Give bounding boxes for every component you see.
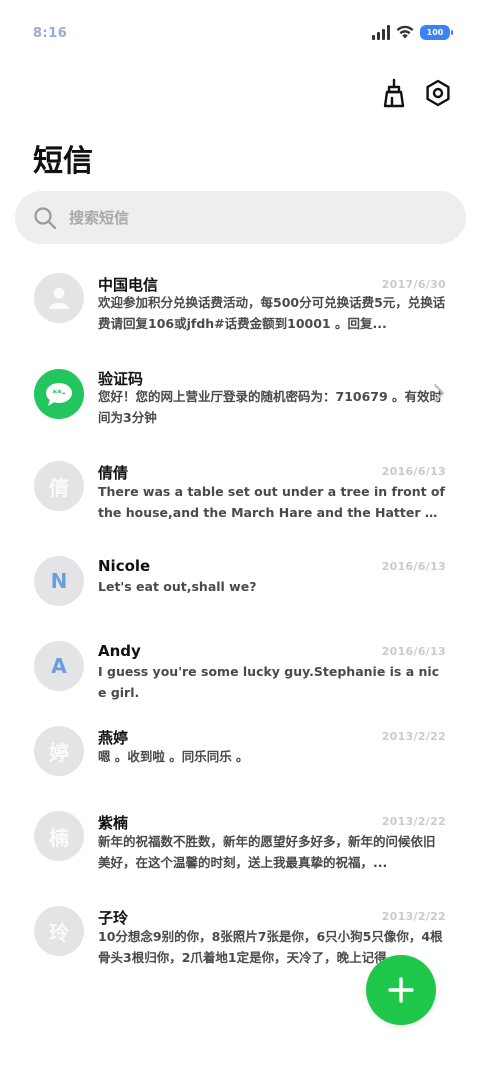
- chevron-right-icon: [434, 384, 444, 402]
- avatar: A: [34, 641, 84, 691]
- message-sender: 子玲: [98, 909, 129, 927]
- avatar: **-: [34, 369, 84, 419]
- message-item[interactable]: 婷 燕婷 2013/2/22 嗯 。收到啦 。同乐同乐 。: [0, 726, 480, 806]
- battery-level: 100: [426, 27, 444, 37]
- message-item[interactable]: N Nicole 2016/6/13 Let's eat out,shall w…: [0, 556, 480, 636]
- svg-text:**-: **-: [52, 389, 65, 399]
- message-preview: Let's eat out,shall we?: [98, 579, 257, 594]
- message-date: 2013/2/22: [381, 730, 446, 743]
- status-bar: 8:16 100: [0, 0, 480, 66]
- message-sender: 倩倩: [98, 464, 129, 482]
- avatar: [34, 273, 84, 323]
- message-item[interactable]: 楠 紫楠 2013/2/22 新年的祝福数不胜数，新年的愿望好多好多，新年的问候…: [0, 811, 480, 891]
- avatar: 玲: [34, 906, 84, 956]
- message-preview: 嗯 。收到啦 。同乐同乐 。: [98, 749, 249, 764]
- message-item[interactable]: 倩 倩倩 2016/6/13 There was a table set out…: [0, 461, 480, 541]
- message-preview: 您好！您的网上营业厅登录的随机密码为：710679 。有效时间为3分钟: [98, 389, 443, 425]
- hexagon-gear-icon: [426, 79, 450, 107]
- message-preview: I guess you're some lucky guy.Stephanie …: [98, 664, 440, 700]
- page-title: 短信: [33, 144, 93, 179]
- chat-bubble-icon: **-: [46, 383, 72, 406]
- message-date: 2016/6/13: [381, 645, 446, 658]
- avatar: 婷: [34, 726, 84, 776]
- message-date: 2017/6/30: [381, 278, 446, 291]
- person-icon: [49, 287, 69, 309]
- avatar: 倩: [34, 461, 84, 511]
- avatar: 楠: [34, 811, 84, 861]
- signal-icon: [372, 24, 390, 40]
- settings-button[interactable]: [421, 76, 455, 110]
- search-icon: [34, 206, 57, 229]
- message-sender: Andy: [98, 642, 141, 660]
- status-time: 8:16: [33, 26, 68, 41]
- plus-icon: [388, 977, 414, 1003]
- status-icons: 100: [372, 24, 453, 40]
- wifi-icon: [396, 25, 414, 39]
- message-preview: 欢迎参加积分兑换话费活动，每500分可兑换话费5元，兑换话费请回复106或jfd…: [98, 295, 446, 331]
- message-item[interactable]: **- 验证码 您好！您的网上营业厅登录的随机密码为：710679 。有效时间为…: [0, 364, 480, 444]
- message-date: 2013/2/22: [381, 815, 446, 828]
- clean-button[interactable]: [378, 76, 412, 110]
- message-date: 2016/6/13: [381, 465, 446, 478]
- battery-icon: 100: [420, 24, 453, 40]
- search-bar[interactable]: [15, 191, 466, 244]
- message-preview: 新年的祝福数不胜数，新年的愿望好多好多，新年的问候依旧美好，在这个温馨的时刻，送…: [98, 834, 436, 870]
- message-sender: 紫楠: [98, 814, 129, 832]
- message-sender: 燕婷: [98, 729, 129, 747]
- message-preview: There was a table set out under a tree i…: [98, 484, 445, 520]
- new-message-button[interactable]: [366, 955, 436, 1025]
- message-item[interactable]: A Andy 2016/6/13 I guess you're some luc…: [0, 641, 480, 721]
- avatar: N: [34, 556, 84, 606]
- message-date: 2016/6/13: [381, 560, 446, 573]
- message-date: 2013/2/22: [381, 910, 446, 923]
- search-input[interactable]: [69, 208, 429, 227]
- message-item[interactable]: 中国电信 2017/6/30 欢迎参加积分兑换话费活动，每500分可兑换话费5元…: [0, 268, 480, 348]
- message-sender: Nicole: [98, 557, 151, 575]
- broom-icon: [383, 78, 405, 108]
